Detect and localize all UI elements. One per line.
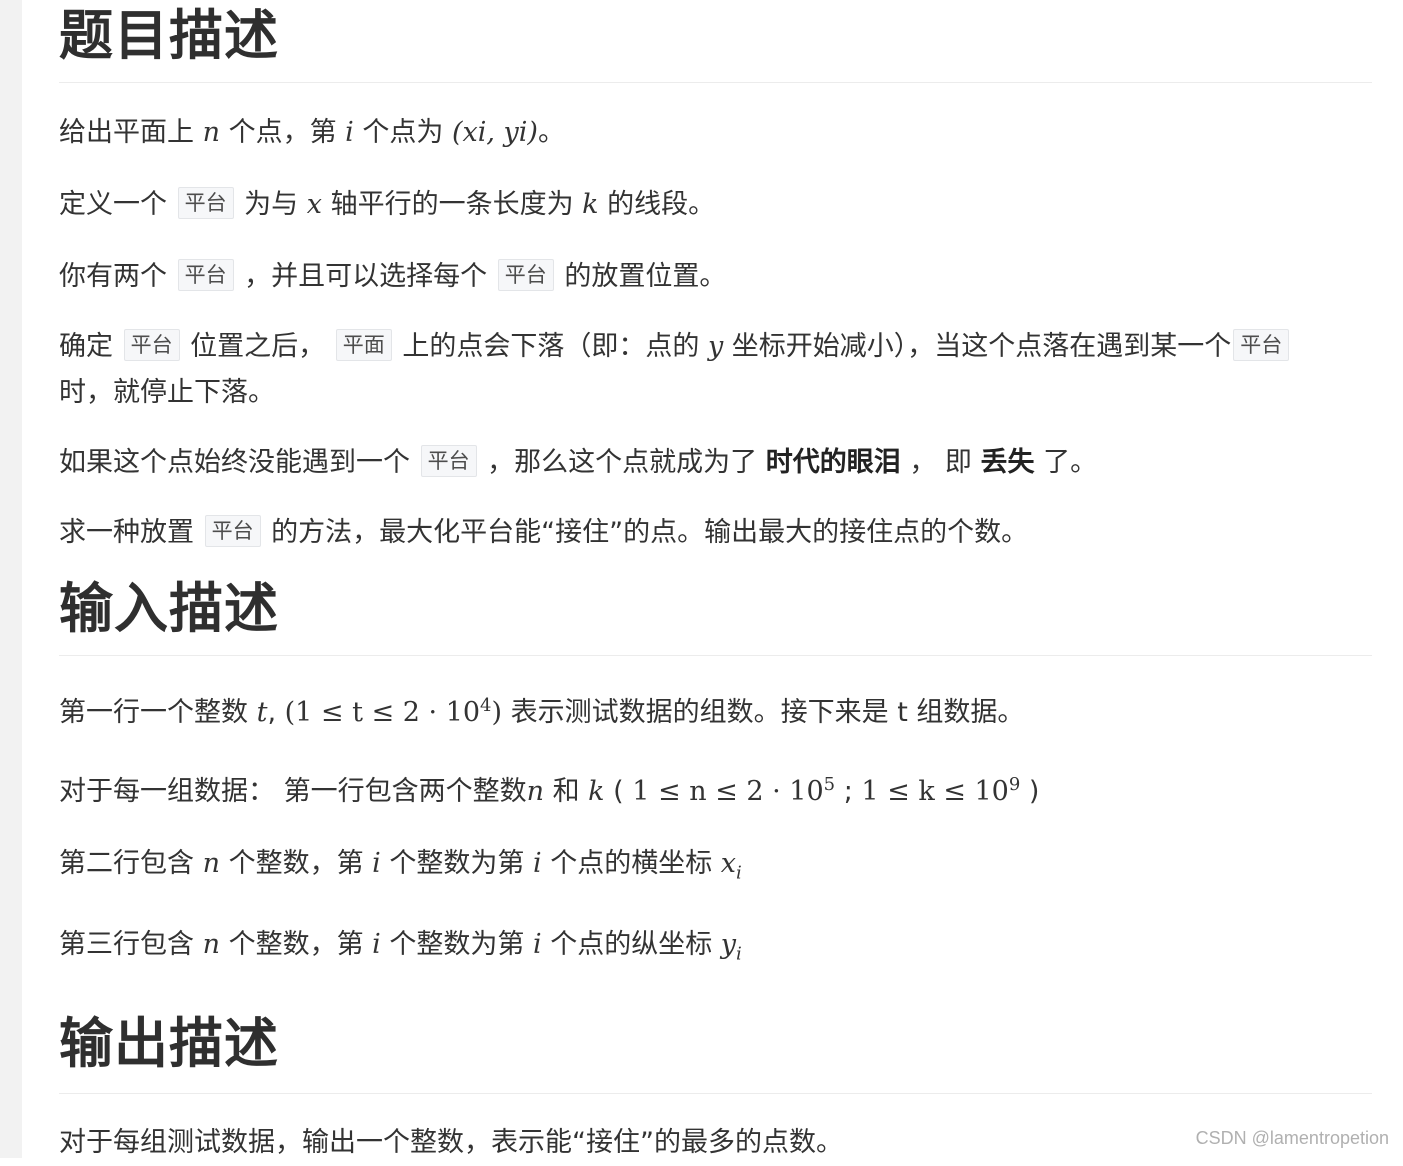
input-paragraph-1: 第一行一个整数 t, (1 ≤ t ≤ 2 · 104) 表示测试数据的组数。接… — [59, 695, 1025, 728]
problem-paragraph-5: 如果这个点始终没能遇到一个 平台 ，那么这个点就成为了 时代的眼泪 ， 即 丢失… — [59, 445, 1098, 478]
output-paragraph-1: 对于每组测试数据，输出一个整数，表示能“接住”的最多的点数。 — [59, 1126, 843, 1158]
heading-output: 输出描述 — [59, 1011, 279, 1075]
point-coordinate: (xi, yi) — [451, 117, 538, 148]
input-paragraph-2: 对于每一组数据： 第一行包含两个整数n 和 k ( 1 ≤ n ≤ 2 · 10… — [59, 774, 1040, 807]
heading-problem: 题目描述 — [59, 4, 279, 67]
article-body: 题目描述 给出平面上 n 个点，第 i 个点为 (xi, yi)。 定义一个 平… — [59, 0, 1372, 1166]
input-paragraph-4: 第三行包含 n 个整数，第 i 个整数为第 i 个点的纵坐标 yi — [59, 929, 742, 965]
inline-code-plane: 平面 — [335, 329, 392, 361]
problem-paragraph-1: 给出平面上 n 个点，第 i 个点为 (xi, yi)。 — [59, 117, 565, 148]
csdn-watermark: CSDN @lamentropetion — [1195, 1128, 1389, 1148]
inline-code-platform: 平台 — [497, 259, 554, 291]
problem-paragraph-2: 定义一个 平台 为与 x 轴平行的一条长度为 k 的线段。 — [59, 187, 716, 220]
heading-input: 输入描述 — [59, 577, 279, 640]
problem-paragraph-4: 确定 平台 位置之后， 平面 上的点会下落（即：点的 y 坐标开始减小），当这个… — [59, 324, 1309, 416]
inline-code-platform: 平台 — [123, 329, 180, 361]
divider — [59, 82, 1372, 83]
inline-code-platform: 平台 — [177, 187, 234, 219]
bold-phrase: 丢失 — [980, 447, 1035, 478]
inline-code-platform: 平台 — [1233, 329, 1290, 361]
inline-code-platform: 平台 — [204, 515, 261, 547]
left-gutter — [0, 0, 22, 1158]
divider — [59, 655, 1372, 656]
inline-code-platform: 平台 — [177, 259, 234, 291]
problem-paragraph-6: 求一种放置 平台 的方法，最大化平台能“接住”的点。输出最大的接住点的个数。 — [59, 515, 1029, 548]
input-paragraph-3: 第二行包含 n 个整数，第 i 个整数为第 i 个点的横坐标 xi — [59, 848, 742, 884]
problem-paragraph-3: 你有两个 平台 ，并且可以选择每个 平台 的放置位置。 — [59, 259, 727, 292]
bold-phrase: 时代的眼泪 — [765, 447, 901, 478]
inline-code-platform: 平台 — [420, 445, 477, 477]
divider — [59, 1092, 1372, 1094]
